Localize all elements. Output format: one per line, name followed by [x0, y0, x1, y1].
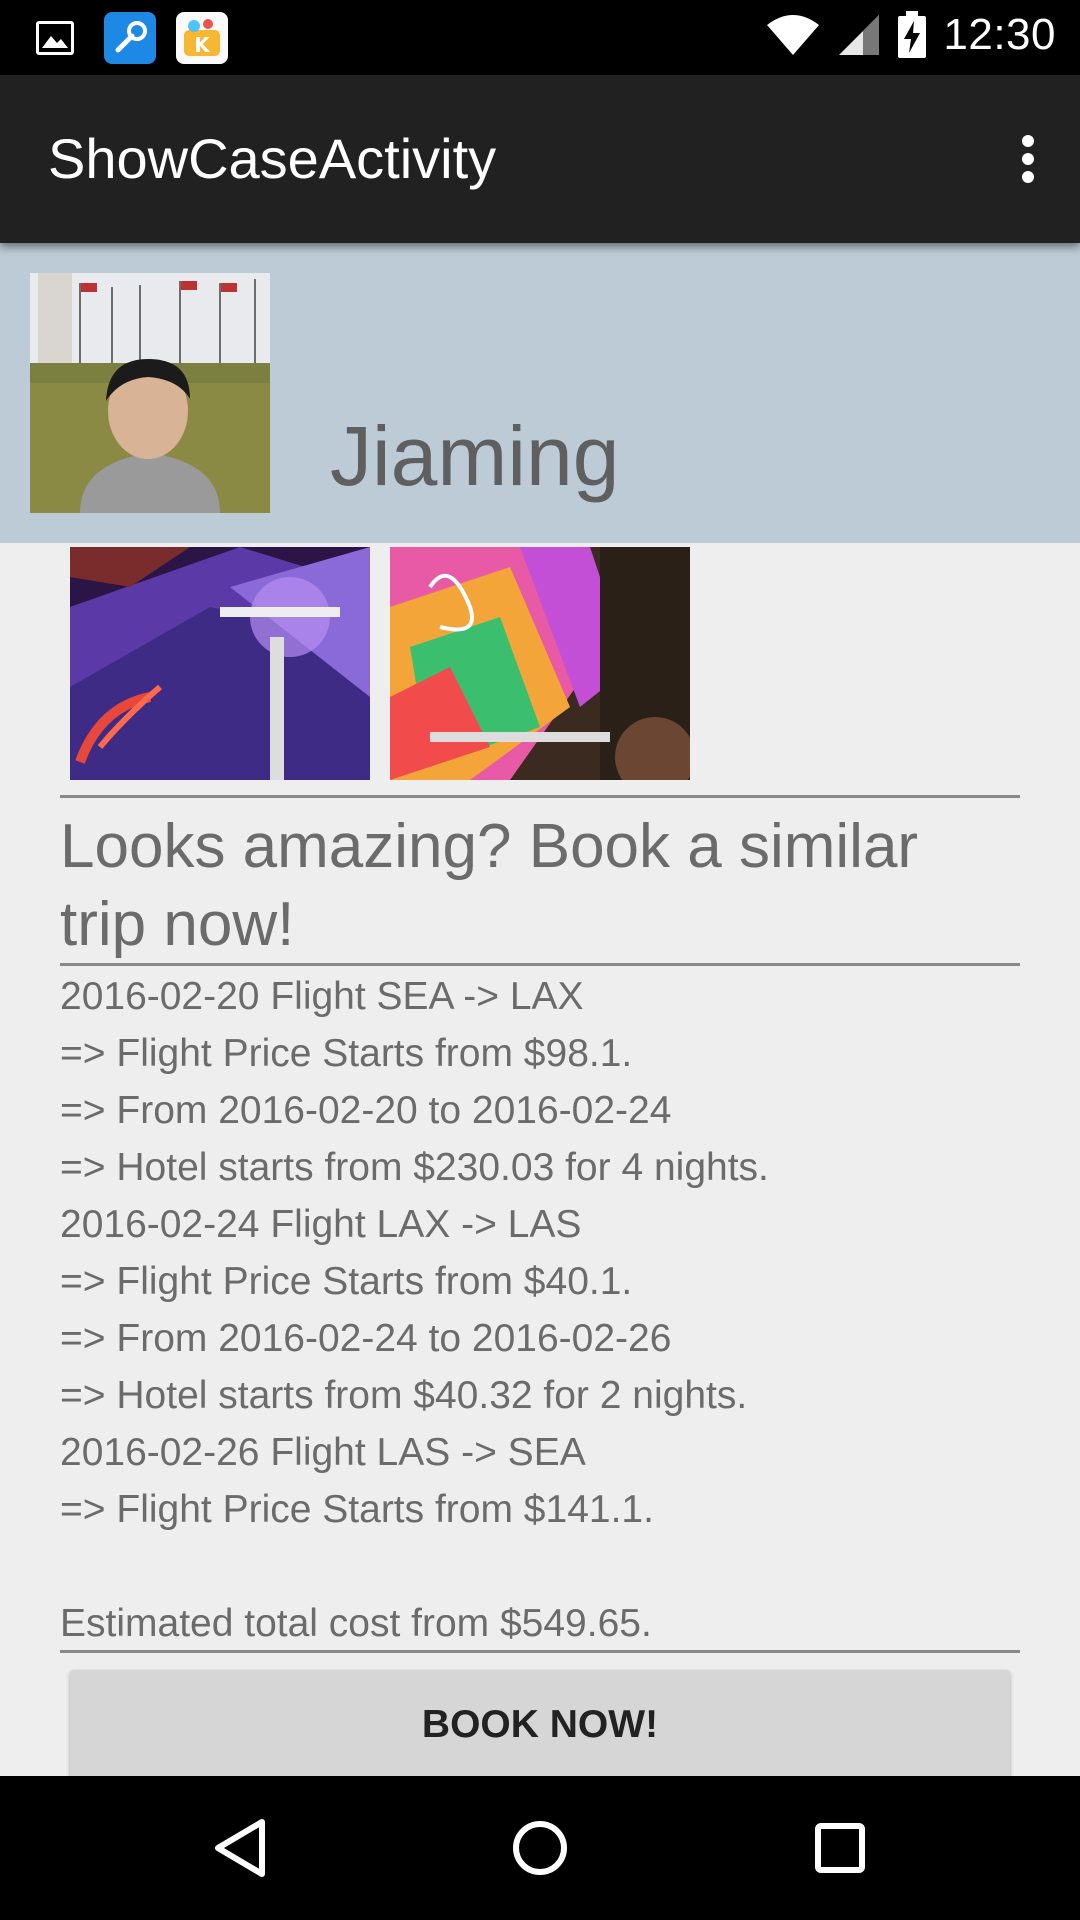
back-icon[interactable] — [190, 1798, 290, 1898]
divider — [60, 963, 1020, 966]
itinerary-line: => Hotel starts from $40.32 for 2 nights… — [60, 1374, 748, 1417]
overflow-dot — [1022, 135, 1034, 147]
action-bar: ShowCaseActivity — [0, 75, 1080, 243]
app-title: ShowCaseActivity — [48, 127, 497, 190]
navigation-bar — [0, 1776, 1080, 1920]
itinerary-line: => Hotel starts from $230.03 for 4 night… — [60, 1146, 769, 1189]
battery-charging-icon — [898, 11, 927, 58]
photo-gallery — [70, 547, 690, 780]
recents-icon[interactable] — [790, 1798, 890, 1898]
notification-icons: K — [34, 12, 228, 64]
itinerary-line: => From 2016-02-24 to 2016-02-26 — [60, 1317, 672, 1360]
cell-signal-icon — [839, 15, 880, 55]
itinerary-list: 2016-02-20 Flight SEA -> LAX => Flight P… — [60, 968, 1040, 1538]
itinerary-line: 2016-02-26 Flight LAS -> SEA — [60, 1431, 586, 1474]
wifi-icon — [767, 15, 820, 55]
profile-header: Jiaming — [0, 243, 1080, 543]
itinerary-line: => Flight Price Starts from $141.1. — [60, 1488, 654, 1531]
tools-icon — [104, 12, 156, 64]
promo-title: Looks amazing? Book a similar trip now! — [60, 812, 919, 959]
itinerary-line: 2016-02-24 Flight LAX -> LAS — [60, 1203, 582, 1246]
system-status: 12:30 — [765, 10, 1056, 60]
profile-name: Jiaming — [330, 409, 620, 503]
overflow-dot — [1022, 153, 1034, 165]
divider — [60, 795, 1020, 798]
overflow-menu-icon[interactable] — [1008, 131, 1048, 187]
avatar[interactable] — [30, 273, 270, 513]
itinerary-line: 2016-02-20 Flight SEA -> LAX — [60, 975, 584, 1018]
overflow-dot — [1022, 171, 1034, 183]
status-time: 12:30 — [943, 10, 1056, 59]
status-bar: K 12:30 — [0, 0, 1080, 75]
book-now-button[interactable]: BOOK NOW! — [70, 1670, 1010, 1790]
home-icon[interactable] — [490, 1798, 590, 1898]
svg-text:K: K — [194, 33, 211, 57]
itinerary-line: => Flight Price Starts from $98.1. — [60, 1032, 633, 1075]
estimated-total: Estimated total cost from $549.65. — [60, 1602, 652, 1645]
itinerary-line: => Flight Price Starts from $40.1. — [60, 1260, 633, 1303]
divider — [60, 1650, 1020, 1653]
trip-photo[interactable] — [70, 547, 370, 780]
trip-photo[interactable] — [390, 547, 690, 780]
kiwi-app-icon: K — [176, 12, 228, 64]
image-icon — [36, 21, 74, 55]
itinerary-line: => From 2016-02-20 to 2016-02-24 — [60, 1089, 672, 1132]
